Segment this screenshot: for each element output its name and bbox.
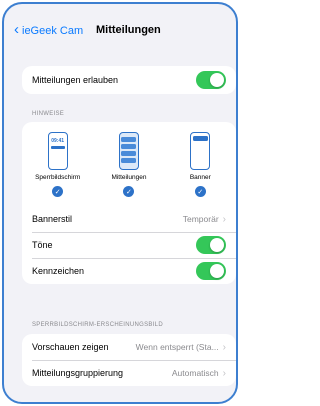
style-option-lockscreen[interactable]: 09:41 Sperrbildschirm ✓ <box>26 132 90 206</box>
preview-slot <box>121 151 137 156</box>
allow-notifications-row: Mitteilungen erlauben <box>22 66 236 94</box>
checkmark-icon: ✓ <box>52 186 64 197</box>
alerts-section-header: HINWEISE <box>32 111 65 117</box>
show-previews-row[interactable]: Vorschauen zeigen Wenn entsperrt (Sta...… <box>22 334 236 360</box>
toggle-knob <box>210 73 224 87</box>
chevron-right-icon: › <box>222 213 226 225</box>
navigation-bar: ‹ ieGeek Cam Mitteilungen <box>4 4 236 56</box>
style-option-label: Mitteilungen <box>111 174 147 181</box>
alerts-group: 09:41 Sperrbildschirm ✓ Mitteilungen ✓ B… <box>22 122 236 284</box>
chevron-left-icon: ‹ <box>14 21 19 38</box>
preview-slot <box>121 158 137 163</box>
lockscreen-section-header: SPERRBILDSCHIRM-ERSCHEINUNGSBILD <box>32 322 163 328</box>
banner-style-value: Temporär <box>182 214 219 224</box>
show-previews-label: Vorschauen zeigen <box>32 342 109 352</box>
banner-style-label: Bannerstil <box>32 214 73 224</box>
preview-bar <box>50 146 65 149</box>
allow-group: Mitteilungen erlauben <box>22 66 236 94</box>
badges-toggle[interactable] <box>196 262 226 280</box>
notification-grouping-value: Automatisch <box>171 368 219 378</box>
sounds-label: Töne <box>32 240 53 250</box>
chevron-right-icon: › <box>222 341 226 353</box>
banner-preview-icon <box>190 132 211 170</box>
back-button-label: ieGeek Cam <box>22 24 84 37</box>
banner-style-row[interactable]: Bannerstil Temporär › <box>22 206 236 232</box>
checkmark-icon: ✓ <box>123 186 135 197</box>
toggle-knob <box>210 238 224 252</box>
style-option-banner[interactable]: Banner ✓ <box>168 132 232 206</box>
notification-center-preview-icon <box>118 132 139 170</box>
allow-notifications-toggle[interactable] <box>196 71 226 89</box>
preview-slot <box>121 137 137 142</box>
allow-notifications-label: Mitteilungen erlauben <box>32 75 119 85</box>
style-option-label: Sperrbildschirm <box>35 174 81 181</box>
alert-style-picker: 09:41 Sperrbildschirm ✓ Mitteilungen ✓ B… <box>22 122 236 206</box>
lockscreen-preview-time: 09:41 <box>51 138 65 144</box>
preview-slot <box>121 144 137 149</box>
badges-row: Kennzeichen <box>22 258 236 284</box>
lockscreen-preview-icon: 09:41 <box>47 132 68 170</box>
checkmark-icon: ✓ <box>194 186 206 197</box>
toggle-knob <box>210 264 224 278</box>
sounds-row: Töne <box>22 232 236 258</box>
show-previews-value: Wenn entsperrt (Sta... <box>135 342 219 352</box>
badges-label: Kennzeichen <box>32 266 85 276</box>
chevron-right-icon: › <box>222 367 226 379</box>
back-button[interactable]: ‹ ieGeek Cam <box>14 21 84 38</box>
phone-frame: ‹ ieGeek Cam Mitteilungen Mitteilungen e… <box>2 2 238 404</box>
style-option-label: Banner <box>189 174 211 181</box>
notification-grouping-row[interactable]: Mitteilungsgruppierung Automatisch › <box>22 360 236 386</box>
sounds-toggle[interactable] <box>196 236 226 254</box>
notification-grouping-label: Mitteilungsgruppierung <box>32 368 124 378</box>
style-option-notification-center[interactable]: Mitteilungen ✓ <box>97 132 161 206</box>
lockscreen-group: Vorschauen zeigen Wenn entsperrt (Sta...… <box>22 334 236 386</box>
page-title: Mitteilungen <box>96 24 161 36</box>
preview-banner <box>192 136 208 141</box>
